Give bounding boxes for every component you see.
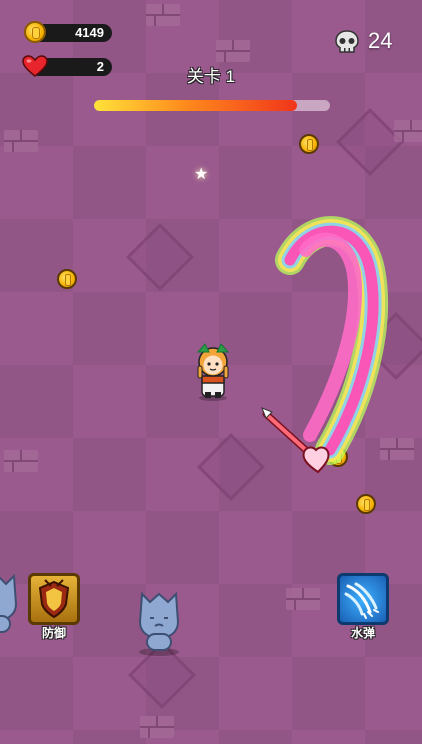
- wall-brick: [146, 4, 180, 26]
- coin-pickup: [356, 494, 376, 514]
- player-character: [196, 343, 230, 401]
- water-bullet-skill-button[interactable]: [337, 573, 389, 625]
- wall-brick: [4, 130, 38, 152]
- xp-star-icon: ★: [194, 166, 209, 183]
- floor-tile: [126, 223, 194, 291]
- level-progress-bar: [94, 100, 330, 111]
- level-title: 关卡 1: [186, 67, 236, 86]
- coin-pickup: [57, 269, 77, 289]
- skull-icon: [335, 30, 359, 53]
- floor-tile: [336, 108, 404, 176]
- water-bullet-skill-label: 水弹: [350, 626, 375, 640]
- magic-wand-weapon: [261, 407, 330, 474]
- water-splash-icon: [344, 582, 379, 619]
- floor-tile: [197, 433, 265, 501]
- shield-icon: [38, 579, 70, 619]
- wall-brick: [4, 450, 38, 472]
- ghost-enemy: [138, 591, 180, 656]
- coin-count: 4149: [75, 25, 104, 40]
- kill-count: 24: [368, 28, 393, 53]
- wall-brick: [286, 588, 320, 610]
- defense-skill-button[interactable]: [28, 573, 80, 625]
- wall-brick: [216, 40, 250, 62]
- game-screen: 4149 2 24 关卡 1 ★ 防御 水弹: [0, 0, 422, 744]
- coin-icon: [24, 21, 46, 43]
- wall-brick: [140, 716, 174, 738]
- level-progress-fill: [94, 100, 297, 111]
- coin-pickup: [299, 134, 319, 154]
- defense-skill-label: 防御: [41, 626, 66, 640]
- wall-brick: [394, 120, 422, 142]
